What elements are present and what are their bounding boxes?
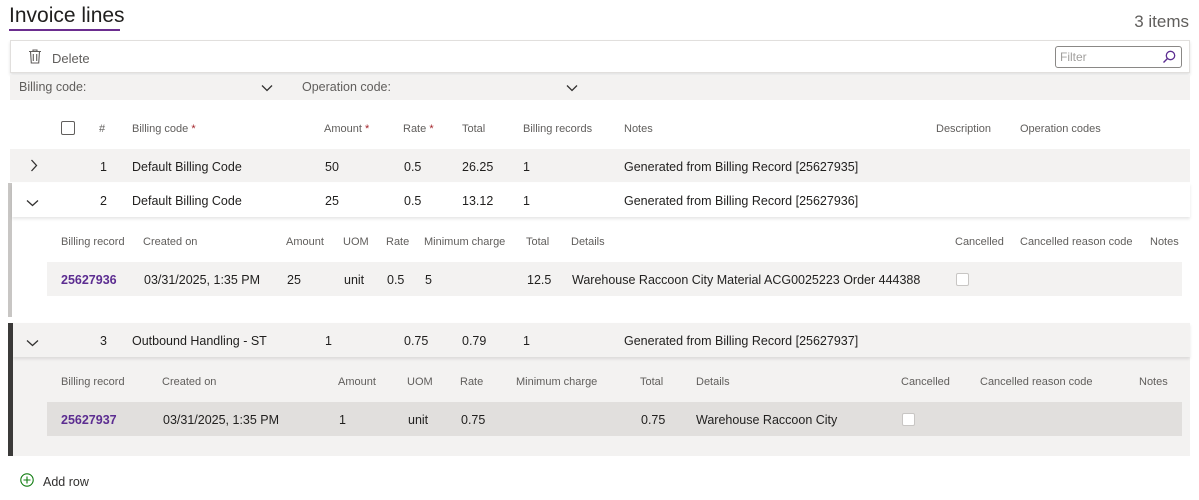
row-billing-code: Outbound Handling - ST — [132, 334, 267, 348]
column-billing-records[interactable]: Billing records — [523, 123, 592, 135]
row-billing-records: 1 — [523, 160, 530, 174]
sub-column-rate[interactable]: Rate — [460, 376, 483, 388]
page-title: Invoice lines — [9, 4, 125, 27]
row-billing-records: 1 — [523, 334, 530, 348]
column-billing-code-label: Billing code — [132, 123, 189, 135]
sub-column-cancelled-reason-code[interactable]: Cancelled reason code — [980, 376, 1093, 388]
column-description[interactable]: Description — [936, 123, 991, 135]
sub-column-cancelled[interactable]: Cancelled — [901, 376, 950, 388]
row-notes: Generated from Billing Record [25627937] — [624, 334, 859, 348]
sub-column-amount[interactable]: Amount — [338, 376, 376, 388]
record-created-on: 03/31/2025, 1:35 PM — [163, 413, 280, 427]
required-mark: * — [429, 123, 434, 135]
record-details: Warehouse Raccoon City Material ACG00252… — [572, 273, 921, 287]
search-icon[interactable] — [1162, 50, 1176, 69]
sub-column-uom[interactable]: UOM — [407, 376, 433, 388]
column-rate-label: Rate — [403, 123, 427, 135]
chevron-down-icon[interactable] — [566, 80, 578, 98]
column-notes[interactable]: Notes — [624, 123, 653, 135]
required-mark: * — [191, 123, 196, 135]
sub-column-billing-record[interactable]: Billing record — [61, 236, 125, 248]
row-billing-records: 1 — [523, 194, 530, 208]
sub-column-total[interactable]: Total — [640, 376, 663, 388]
row-total: 26.25 — [462, 160, 494, 174]
sub-column-minimum-charge[interactable]: Minimum charge — [424, 236, 505, 248]
add-row-label: Add row — [43, 474, 89, 489]
add-circle-icon — [20, 473, 34, 490]
sub-column-details[interactable]: Details — [571, 236, 605, 248]
sub-column-details[interactable]: Details — [696, 376, 730, 388]
column-number[interactable]: # — [99, 123, 105, 135]
sub-column-notes[interactable]: Notes — [1139, 376, 1168, 388]
sub-column-uom[interactable]: UOM — [343, 236, 369, 248]
column-amount-label: Amount — [324, 123, 362, 135]
delete-button[interactable]: Delete — [27, 47, 90, 69]
sub-column-notes[interactable]: Notes — [1150, 236, 1179, 248]
row-rate: 0.5 — [404, 194, 422, 208]
billing-record-link[interactable]: 25627937 — [61, 413, 117, 427]
sub-column-created-on[interactable]: Created on — [143, 236, 197, 248]
record-amount: 25 — [287, 273, 301, 287]
sub-column-created-on[interactable]: Created on — [162, 376, 216, 388]
select-all-checkbox[interactable] — [61, 121, 75, 135]
sub-column-cancelled-reason-code[interactable]: Cancelled reason code — [1020, 236, 1133, 248]
filter-field[interactable] — [1055, 46, 1182, 68]
record-amount: 1 — [339, 413, 346, 427]
cancelled-checkbox[interactable] — [902, 413, 915, 426]
add-row-button[interactable]: Add row — [20, 473, 89, 490]
row-number: 1 — [100, 160, 107, 174]
row-notes: Generated from Billing Record [25627936] — [624, 194, 859, 208]
record-total: 0.75 — [641, 413, 666, 427]
row-number: 2 — [100, 194, 107, 208]
sub-column-minimum-charge[interactable]: Minimum charge — [516, 376, 597, 388]
record-minimum-charge: 5 — [425, 273, 432, 287]
record-uom: unit — [408, 413, 429, 427]
delete-label: Delete — [52, 50, 90, 66]
command-bar: Delete — [10, 40, 1190, 73]
sub-column-total[interactable]: Total — [526, 236, 549, 248]
record-uom: unit — [344, 273, 365, 287]
record-rate: 0.5 — [387, 273, 405, 287]
column-billing-code[interactable]: Billing code * — [132, 123, 196, 135]
chevron-down-icon[interactable] — [261, 80, 273, 98]
chevron-down-icon[interactable] — [26, 195, 39, 213]
group-by-bar: Billing code: Operation code: — [10, 75, 1190, 100]
record-details: Warehouse Raccoon City — [696, 413, 838, 427]
column-rate[interactable]: Rate * — [403, 123, 434, 135]
required-mark: * — [364, 123, 370, 135]
sub-column-rate[interactable]: Rate — [386, 236, 409, 248]
cancelled-checkbox[interactable] — [956, 273, 969, 286]
column-amount[interactable]: Amount * — [324, 123, 369, 135]
filter-input[interactable] — [1056, 47, 1156, 67]
sub-column-cancelled[interactable]: Cancelled — [955, 236, 1004, 248]
item-count: 3 items — [1134, 12, 1189, 31]
row-billing-code: Default Billing Code — [132, 194, 242, 208]
billing-code-group-label: Billing code: — [19, 80, 87, 94]
row-rate: 0.75 — [404, 334, 429, 348]
record-total: 12.5 — [527, 273, 552, 287]
sub-column-amount[interactable]: Amount — [286, 236, 324, 248]
sub-column-billing-record[interactable]: Billing record — [61, 376, 125, 388]
record-created-on: 03/31/2025, 1:35 PM — [144, 273, 261, 287]
title-underline — [9, 29, 120, 31]
chevron-right-icon[interactable] — [29, 159, 39, 177]
column-total[interactable]: Total — [462, 123, 485, 135]
row-total: 0.79 — [462, 334, 487, 348]
row-notes: Generated from Billing Record [25627935] — [624, 160, 859, 174]
row-amount: 50 — [325, 160, 339, 174]
row-amount: 25 — [325, 194, 339, 208]
row-amount: 1 — [325, 334, 332, 348]
billing-record-link[interactable]: 25627936 — [61, 273, 117, 287]
row-rate: 0.5 — [404, 160, 422, 174]
record-rate: 0.75 — [461, 413, 486, 427]
chevron-down-icon[interactable] — [26, 335, 39, 353]
column-operation-codes[interactable]: Operation codes — [1020, 123, 1101, 135]
row-billing-code: Default Billing Code — [132, 160, 242, 174]
row-total: 13.12 — [462, 194, 494, 208]
trash-icon — [27, 48, 43, 68]
operation-code-group-label: Operation code: — [302, 80, 391, 94]
row-number: 3 — [100, 334, 107, 348]
